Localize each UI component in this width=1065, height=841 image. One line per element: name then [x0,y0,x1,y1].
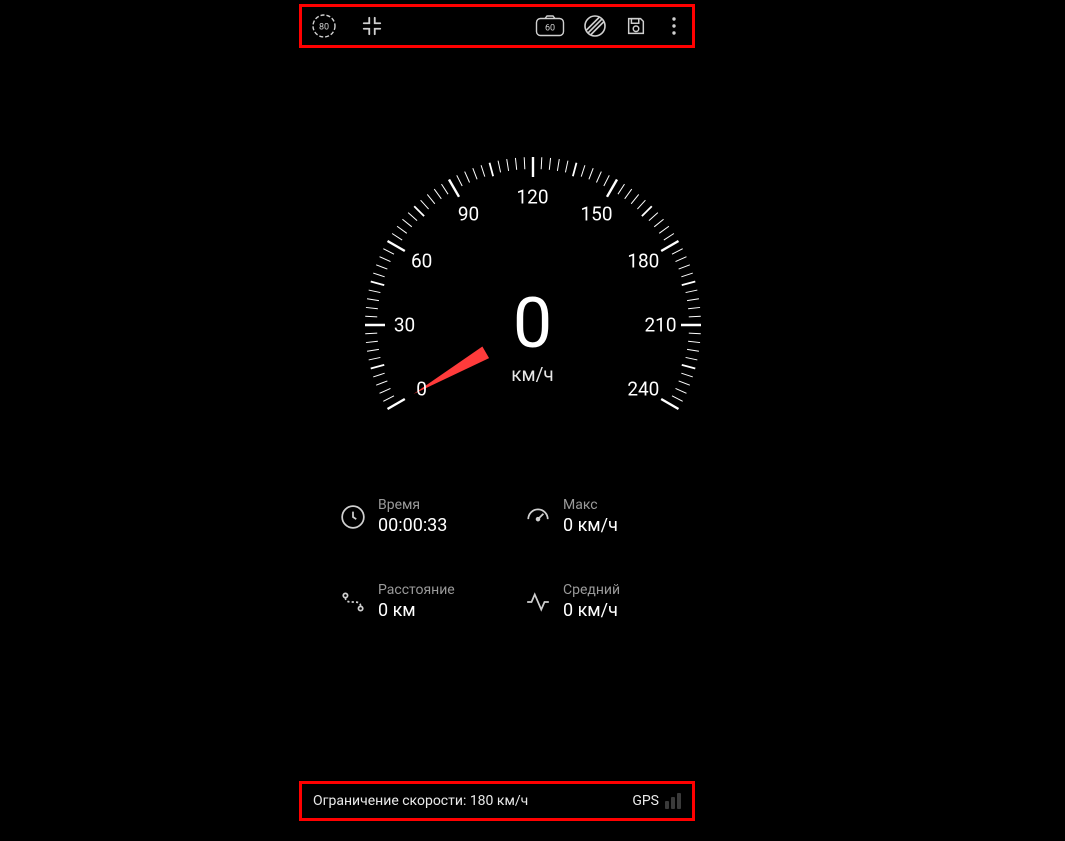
speed-unit: км/ч [343,363,723,386]
speedometer-gauge: 0 км/ч 0306090120150180210240 [343,135,723,515]
gauge-max-icon [525,504,551,530]
gauge-tick-150: 150 [580,203,612,226]
stat-distance-label: Расстояние [378,582,455,598]
wave-avg-icon [525,589,551,615]
speed-limit-text: Ограничение скорости: 180 км/ч [313,793,528,809]
gauge-tick-90: 90 [458,203,479,226]
route-icon [340,589,366,615]
more-menu-icon[interactable] [665,15,683,37]
no-limit-icon[interactable] [583,14,607,38]
stat-max-label: Макс [563,497,618,513]
svg-text:60: 60 [545,24,555,34]
gps-label: GPS [632,793,659,809]
stat-avg-label: Средний [563,582,620,598]
stat-distance: Расстояние 0 км [340,582,515,621]
stat-distance-value: 0 км [378,600,455,621]
fullscreen-collapse-icon[interactable] [361,15,383,37]
stat-time-label: Время [378,497,447,513]
gauge-tick-210: 210 [644,314,676,337]
speed-limit-icon[interactable]: 80 [311,13,337,39]
save-icon[interactable] [625,15,647,37]
gauge-tick-240: 240 [627,378,659,401]
gauge-tick-0: 0 [416,378,427,401]
clock-icon [340,504,366,530]
gauge-tick-180: 180 [627,250,659,273]
stat-time-value: 00:00:33 [378,515,447,536]
stats-grid: Время 00:00:33 Макс 0 км/ч Расстояние 0 … [340,497,700,621]
gps-indicator: GPS [632,793,681,809]
stat-max-value: 0 км/ч [563,515,618,536]
stat-time: Время 00:00:33 [340,497,515,536]
gauge-tick-120: 120 [516,186,548,209]
camera-speed-icon[interactable]: 60 [535,15,565,37]
stat-max: Макс 0 км/ч [525,497,700,536]
gps-signal-bars-icon [665,793,681,809]
bottom-bar: Ограничение скорости: 180 км/ч GPS [299,781,695,821]
stat-avg: Средний 0 км/ч [525,582,700,621]
gauge-tick-60: 60 [411,250,432,273]
stat-avg-value: 0 км/ч [563,600,620,621]
svg-text:80: 80 [319,23,329,33]
toolbar: 80 60 [299,4,695,48]
gauge-tick-30: 30 [394,314,415,337]
